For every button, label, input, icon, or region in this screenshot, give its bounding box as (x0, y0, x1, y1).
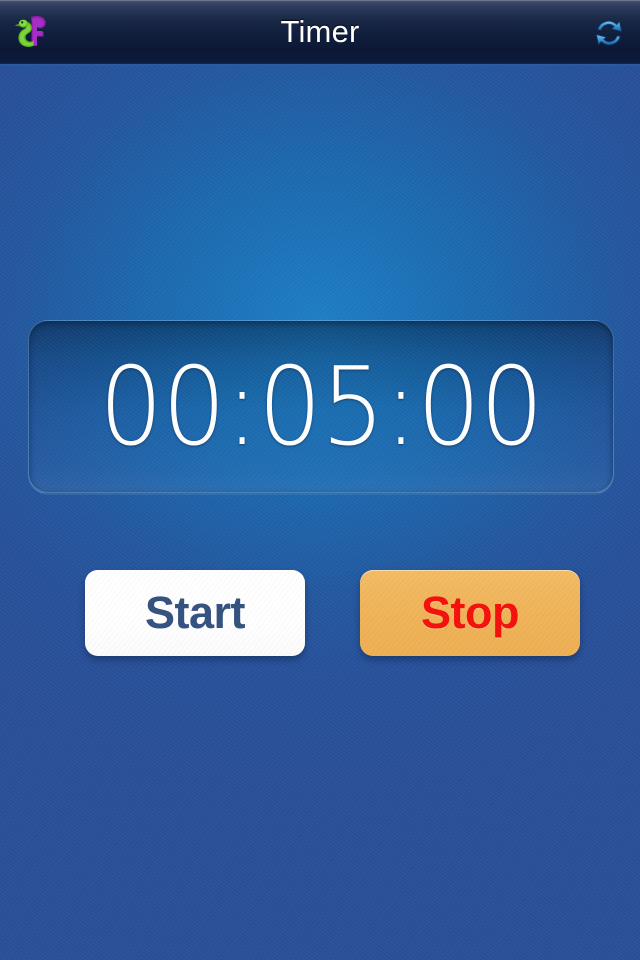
stop-button[interactable]: Stop (360, 570, 580, 656)
page-title: Timer (280, 14, 360, 49)
refresh-sync-icon[interactable] (586, 10, 632, 56)
timer-app-screen: Timer 00:05:00 Start Stop (0, 0, 640, 960)
title-bar-underline (0, 64, 640, 66)
start-button[interactable]: Start (85, 570, 305, 656)
timer-display-panel[interactable]: 00:05:00 (28, 320, 614, 494)
title-bar: Timer (0, 0, 640, 64)
timer-display-value: 00:05:00 (99, 344, 544, 470)
